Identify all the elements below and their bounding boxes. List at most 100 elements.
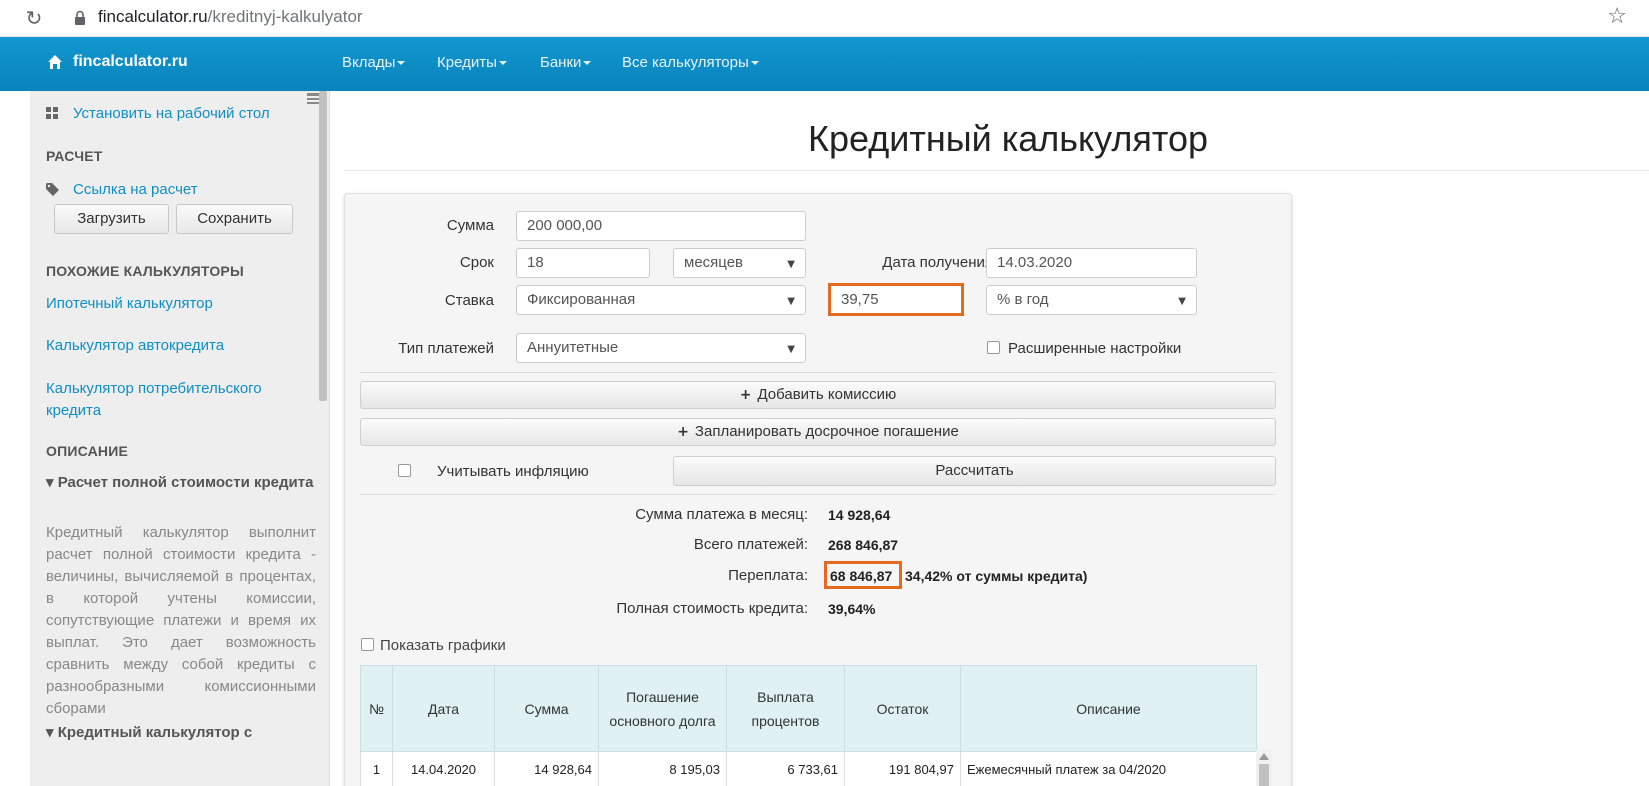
similar-section-heading: ПОХОЖИЕ КАЛЬКУЛЯТОРЫ [46, 263, 244, 279]
col-sum[interactable]: Сумма [494, 665, 599, 752]
url-path: /kreditnyj-kalkulyator [207, 7, 363, 26]
calc-section-heading: РАСЧЕТ [46, 148, 103, 164]
date-input[interactable]: 14.03.2020 [986, 248, 1197, 278]
calc-link[interactable]: Ссылка на расчет [73, 181, 198, 198]
payment-type-select[interactable]: Аннуитетные [516, 333, 806, 363]
plus-icon: + [677, 424, 689, 440]
rate-label: Ставка [444, 292, 494, 309]
page-title: Кредитный калькулятор [808, 118, 1209, 159]
overpayment-label: Переплата: [728, 567, 808, 584]
term-unit-value: месяцев [684, 254, 744, 271]
rate-unit-select[interactable]: % в год [986, 285, 1197, 315]
advanced-settings-checkbox[interactable] [987, 341, 1000, 354]
caret-down-icon [750, 61, 759, 66]
results-divider [360, 494, 1275, 495]
nav-all-calculators[interactable]: Все калькуляторы [622, 54, 759, 71]
nav-credits[interactable]: Кредиты [437, 54, 507, 71]
sidebar-scrollbar[interactable] [319, 91, 327, 401]
load-button[interactable]: Загрузить [54, 204, 169, 234]
inflation-label: Учитывать инфляцию [437, 463, 589, 480]
cell-balance: 191 804,97 [844, 751, 961, 786]
col-principal[interactable]: Погашение основного долга [598, 665, 727, 752]
payment-schedule-table: № Дата Сумма Погашение основного долга В… [360, 665, 1257, 786]
url-field[interactable]: fincalculator.ru/kreditnyj-kalkulyator [98, 7, 363, 27]
reload-icon[interactable]: ↻ [22, 6, 46, 30]
col-description[interactable]: Описание [960, 665, 1257, 752]
title-divider [344, 170, 1649, 171]
full-cost-label: Полная стоимость кредита: [616, 600, 808, 617]
browser-address-bar: ↻ fincalculator.ru/kreditnyj-kalkulyator… [0, 0, 1649, 37]
cell-number: 1 [360, 751, 393, 786]
sum-input[interactable]: 200 000,00 [516, 211, 806, 241]
similar-link-consumer[interactable]: Калькулятор потребительского кредита [46, 378, 296, 422]
total-payments-label: Всего платежей: [693, 536, 808, 553]
lock-icon[interactable] [74, 10, 86, 26]
home-icon [48, 55, 62, 69]
show-charts-checkbox[interactable] [361, 638, 374, 651]
cell-sum: 14 928,64 [494, 751, 599, 786]
caret-down-icon [397, 61, 406, 66]
payment-type-label: Тип платежей [398, 340, 494, 357]
nav-deposits-label: Вклады [342, 54, 396, 71]
col-date[interactable]: Дата [392, 665, 495, 752]
save-button[interactable]: Сохранить [176, 204, 293, 234]
calculate-button[interactable]: Рассчитать [673, 456, 1276, 486]
caret-down-icon [498, 61, 507, 66]
nav-credits-label: Кредиты [437, 54, 497, 71]
windows-icon [46, 107, 58, 119]
nav-all-calculators-label: Все калькуляторы [622, 54, 749, 71]
overpayment-value: 68 846,87 [824, 561, 902, 589]
rate-type-select[interactable]: Фиксированная [516, 285, 806, 315]
caret-down-icon [583, 61, 592, 66]
brand-link[interactable]: fincalculator.ru [47, 53, 188, 71]
rate-input[interactable]: 39,75 [828, 283, 964, 316]
cell-date: 14.04.2020 [392, 751, 495, 786]
col-interest[interactable]: Выплата процентов [726, 665, 845, 752]
advanced-settings-label: Расширенные настройки [1008, 340, 1182, 357]
term-label: Срок [459, 254, 494, 271]
table-header-row: № Дата Сумма Погашение основного долга В… [360, 665, 1257, 752]
description-text: Кредитный калькулятор выполнит расчет по… [46, 524, 316, 717]
table-scroll-thumb[interactable] [1259, 764, 1269, 786]
brand-label: fincalculator.ru [73, 53, 188, 70]
form-divider [360, 372, 1275, 373]
cell-principal: 8 195,03 [598, 751, 727, 786]
sum-label: Сумма [446, 217, 494, 234]
top-navbar: fincalculator.ru Вклады Кредиты Банки Вс… [0, 37, 1649, 91]
url-domain: fincalculator.ru [98, 7, 208, 26]
plus-icon: + [739, 387, 752, 403]
monthly-payment-value: 14 928,64 [828, 507, 891, 523]
similar-link-car-loan[interactable]: Калькулятор автокредита [46, 337, 224, 354]
full-cost-value: 39,64% [828, 601, 876, 617]
table-scrollbar[interactable] [1256, 750, 1272, 786]
show-charts-label: Показать графики [380, 637, 506, 654]
tag-icon [46, 183, 59, 196]
payment-type-value: Аннуитетные [527, 339, 619, 356]
description-section-heading: ОПИСАНИЕ [46, 443, 128, 459]
monthly-payment-label: Сумма платежа в месяц: [635, 506, 808, 523]
add-commission-button[interactable]: + Добавить комиссию [360, 381, 1276, 409]
description-subheading-2[interactable]: ▾ Кредитный калькулятор с [46, 722, 316, 744]
overpayment-note: 34,42% от суммы кредита) [905, 568, 1088, 584]
nav-deposits[interactable]: Вклады [342, 54, 406, 71]
plan-repayment-button[interactable]: + Запланировать досрочное погашение [360, 418, 1276, 446]
date-label: Дата получения [882, 254, 993, 271]
similar-link-mortgage[interactable]: Ипотечный калькулятор [46, 295, 213, 312]
description-subheading[interactable]: ▾ Расчет полной стоимости кредита [46, 472, 316, 494]
table-row: 1 14.04.2020 14 928,64 8 195,03 6 733,61… [360, 751, 1257, 786]
cell-interest: 6 733,61 [726, 751, 845, 786]
term-unit-select[interactable]: месяцев [673, 248, 806, 278]
add-commission-label: Добавить комиссию [757, 386, 897, 403]
install-desktop-link[interactable]: Установить на рабочий стол [73, 105, 270, 122]
scroll-up-arrow-icon[interactable] [1259, 752, 1269, 760]
inflation-checkbox[interactable] [398, 464, 411, 477]
total-payments-value: 268 846,87 [828, 537, 899, 553]
col-balance[interactable]: Остаток [844, 665, 961, 752]
plan-repayment-label: Запланировать досрочное погашение [694, 423, 959, 440]
bookmark-star-icon[interactable]: ☆ [1607, 4, 1627, 29]
col-number[interactable]: № [360, 665, 393, 752]
sidebar: Установить на рабочий стол РАСЧЕТ Ссылка… [30, 91, 330, 786]
nav-banks[interactable]: Банки [540, 54, 592, 71]
rate-type-value: Фиксированная [527, 291, 636, 308]
term-input[interactable]: 18 [516, 248, 650, 278]
